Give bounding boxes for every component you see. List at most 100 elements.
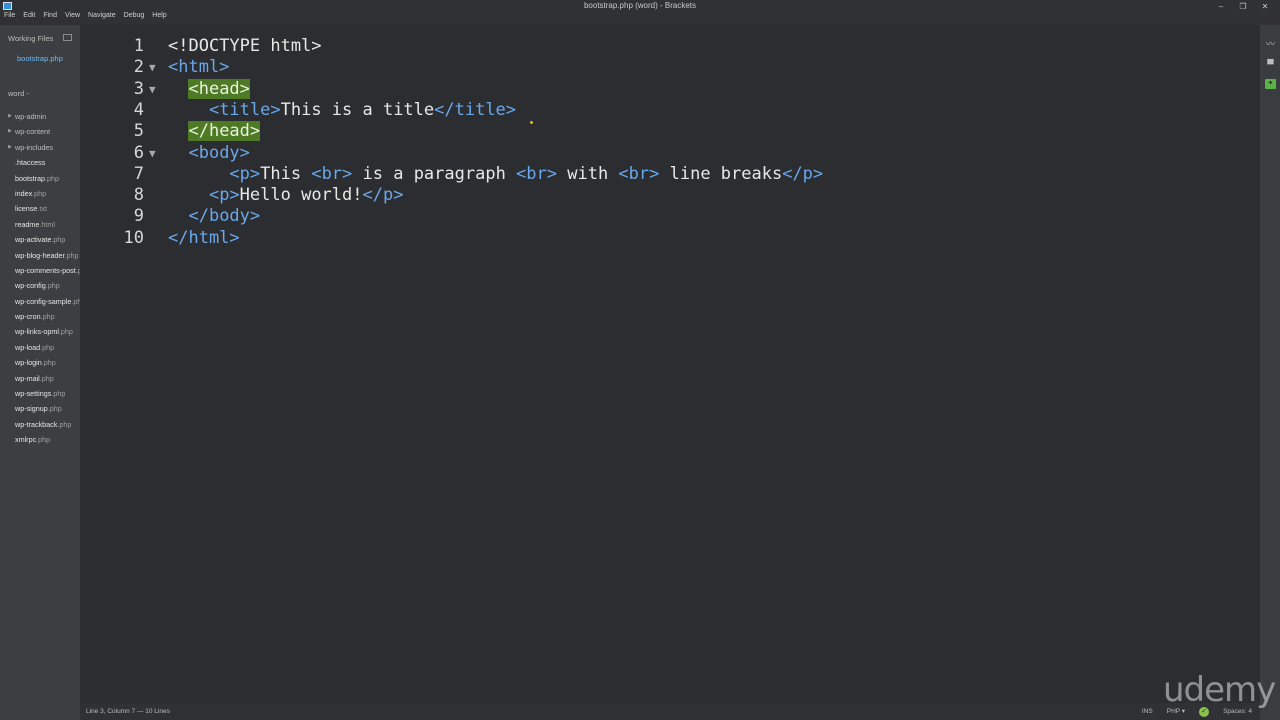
tree-file[interactable]: license.txt — [0, 201, 80, 216]
tree-file[interactable]: wp-config-sample.php — [0, 294, 80, 309]
code-token-text: <!DOCTYPE html> — [168, 36, 322, 56]
tree-file[interactable]: readme.html — [0, 217, 80, 232]
working-file-bootstrap[interactable]: bootstrap.php — [17, 54, 63, 63]
tree-item-name: wp-admin — [15, 112, 47, 121]
code-token-text: This — [260, 163, 312, 184]
udemy-watermark: udemy — [1163, 670, 1276, 710]
code-text: <p>This <br> is a paragraph <br> with <b… — [168, 164, 823, 185]
tree-item-ext: .php — [57, 419, 72, 429]
code-line[interactable]: 6 ▼ <body> — [80, 143, 1260, 164]
matched-tag: <head — [188, 78, 240, 99]
tree-file[interactable]: wp-config.php — [0, 278, 80, 293]
code-line[interactable]: 4 <title>This is a title</title> — [80, 100, 1260, 121]
code-token-text: This is a title — [280, 99, 435, 120]
extension-icon[interactable]: ✦ — [1265, 79, 1276, 89]
extension-manager-icon[interactable]: ▀ — [1265, 59, 1276, 69]
line-number: 10 — [123, 227, 144, 248]
tree-file[interactable]: wp-blog-header.php — [0, 248, 80, 263]
split-view-icon[interactable] — [63, 34, 72, 41]
close-button[interactable]: ✕ — [1254, 2, 1276, 12]
tree-item-name: wp-includes — [15, 142, 53, 152]
tree-file[interactable]: wp-trackback.php — [0, 417, 80, 432]
tree-item-ext: .txt — [37, 204, 47, 214]
tree-folder[interactable]: ▶ wp-content — [0, 124, 80, 139]
menu-help[interactable]: Help — [152, 12, 166, 19]
minimize-button[interactable]: – — [1210, 2, 1232, 12]
tree-file[interactable]: wp-load.php — [0, 340, 80, 355]
menu-find[interactable]: Find — [43, 12, 57, 19]
tree-item-name: xmlrpc — [15, 435, 37, 445]
code-token-tag: </p> — [782, 163, 824, 184]
fold-toggle-icon[interactable]: ▼ — [149, 143, 156, 164]
code-token-tag: </p> — [362, 185, 404, 206]
matched-tag: </head> — [188, 121, 261, 142]
tree-file[interactable]: wp-activate.php — [0, 232, 80, 247]
code-text: <html> — [168, 57, 229, 78]
tree-item-ext: .html — [39, 219, 55, 229]
live-preview-icon[interactable]: 〰 — [1265, 39, 1276, 49]
line-number: 6 — [133, 142, 144, 163]
tree-item-ext: .php — [41, 358, 56, 368]
tree-item-ext: .php — [39, 373, 54, 383]
insert-mode[interactable]: INS — [1142, 703, 1153, 720]
code-line[interactable]: 5 </head> — [80, 121, 1260, 142]
code-line[interactable]: 2 ▼ <html> — [80, 57, 1260, 78]
tree-file[interactable]: bootstrap.php — [0, 171, 80, 186]
tree-file[interactable]: wp-cron.php — [0, 309, 80, 324]
code-text: <head> — [168, 78, 250, 100]
tree-folder[interactable]: ▶ wp-admin — [0, 109, 80, 124]
tree-item-ext: .php — [58, 327, 73, 337]
code-line[interactable]: 9 </body> — [80, 206, 1260, 227]
code-token-text: with — [557, 163, 619, 184]
tree-file[interactable]: index.php — [0, 186, 80, 201]
tree-file[interactable]: wp-login.php — [0, 355, 80, 370]
tree-item-name: wp-links-opml — [15, 327, 59, 337]
tree-file[interactable]: .htaccess — [0, 155, 80, 170]
tree-item-name: wp-config — [15, 281, 46, 291]
code-line[interactable]: 8 <p>Hello world!</p> — [80, 185, 1260, 206]
title-bar: bootstrap.php (word) - Brackets File Edi… — [0, 0, 1280, 25]
sidebar: Working Files bootstrap.php word - ▶ wp-a… — [0, 25, 80, 720]
menu-view[interactable]: View — [65, 12, 80, 19]
code-line[interactable]: 7 <p>This <br> is a paragraph <br> with … — [80, 164, 1260, 185]
maximize-button[interactable]: ❐ — [1232, 2, 1254, 12]
tree-item-name: readme — [15, 219, 40, 229]
fold-toggle-icon[interactable]: ▼ — [149, 79, 156, 100]
tree-file[interactable]: xmlrpc.php — [0, 432, 80, 447]
code-token-tag: <p> — [208, 185, 240, 206]
menu-debug[interactable]: Debug — [124, 12, 145, 19]
tree-item-name: wp-activate — [15, 235, 52, 245]
code-line[interactable]: 1 <!DOCTYPE html> — [80, 36, 1260, 57]
menu-bar: File Edit Find View Navigate Debug Help — [4, 12, 175, 19]
menu-file[interactable]: File — [4, 12, 15, 19]
fold-toggle-icon[interactable]: ▼ — [149, 57, 156, 78]
right-toolbar: 〰 ▀ ✦ — [1260, 25, 1280, 720]
code-token-text: line breaks — [659, 163, 783, 184]
tree-item-name: wp-mail — [15, 373, 40, 383]
line-number: 2 — [133, 57, 144, 78]
menu-navigate[interactable]: Navigate — [88, 12, 116, 19]
tree-item-ext: .php — [40, 312, 55, 322]
chevron-right-icon: ▶ — [8, 113, 12, 119]
tree-file[interactable]: wp-settings.php — [0, 386, 80, 401]
code-token-text: Hello world! — [239, 185, 363, 206]
line-number: 4 — [133, 99, 144, 120]
menu-edit[interactable]: Edit — [23, 12, 35, 19]
code-line[interactable]: 10 </html> — [80, 228, 1260, 249]
tree-file[interactable]: wp-links-opml.php — [0, 324, 80, 339]
tree-item-name: wp-trackback — [15, 419, 58, 429]
code-token-tag: <title> — [208, 99, 281, 120]
project-dropdown[interactable]: word - — [8, 89, 29, 98]
code-text: <p>Hello world!</p> — [168, 185, 404, 206]
tree-file[interactable]: wp-mail.php — [0, 371, 80, 386]
tree-file[interactable]: wp-comments-post.php — [0, 263, 80, 278]
code-line[interactable]: 3 ▼ <head> — [80, 78, 1260, 100]
tree-file[interactable]: wp-signup.php — [0, 401, 80, 416]
code-text: <title>This is a title</title> — [168, 100, 516, 121]
tree-folder[interactable]: ▶ wp-includes — [0, 140, 80, 155]
code-editor[interactable]: 1 <!DOCTYPE html> 2 ▼ <html> 3 ▼ <head> 4 <titl… — [80, 25, 1260, 703]
